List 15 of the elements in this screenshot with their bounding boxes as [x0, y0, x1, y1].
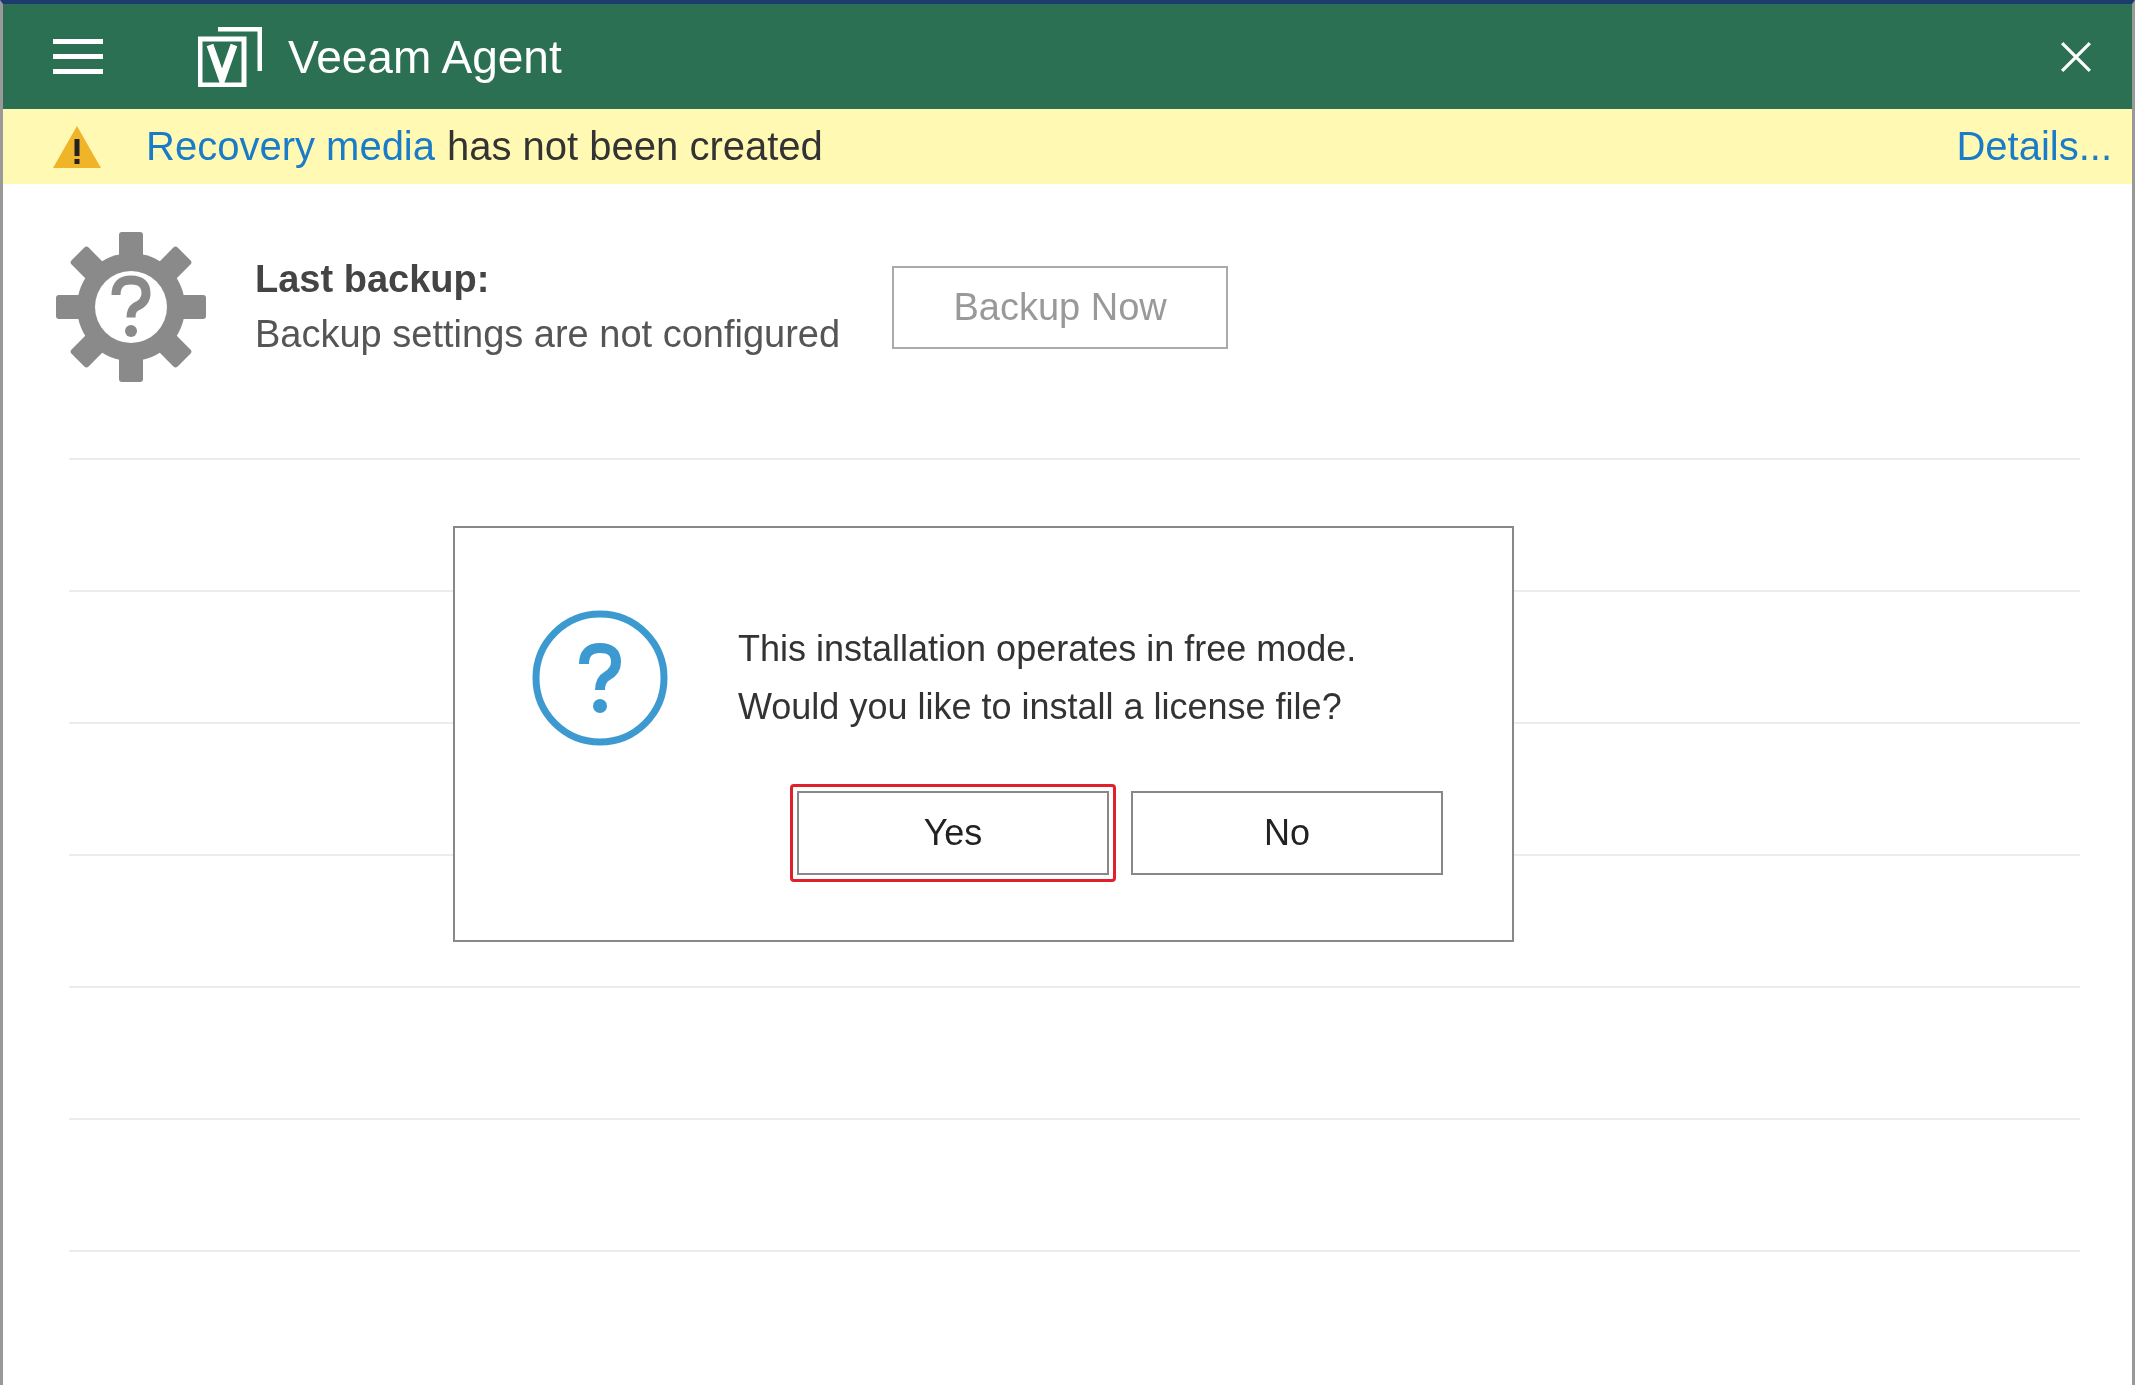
- last-backup-label: Last backup:: [255, 258, 491, 301]
- logo-icon: [198, 26, 262, 87]
- warning-text: has not been created: [447, 124, 823, 169]
- window-title: Veeam Agent: [288, 29, 562, 84]
- dialog-message: Would you like to install a license file?: [738, 686, 1343, 728]
- question-icon: [530, 608, 670, 748]
- dialog-button[interactable]: No: [1131, 791, 1443, 875]
- recovery-media-link[interactable]: Recovery media: [146, 124, 435, 169]
- menu-icon[interactable]: [53, 38, 103, 75]
- dialog-message: This installation operates in free mode.: [738, 628, 1357, 670]
- backup-status-text: Backup settings are not configured: [255, 313, 841, 356]
- gear-question-icon: [55, 232, 207, 382]
- close-icon[interactable]: [2060, 40, 2092, 73]
- dialog-button[interactable]: Yes: [797, 791, 1109, 875]
- details-link[interactable]: Details...: [1956, 124, 2112, 169]
